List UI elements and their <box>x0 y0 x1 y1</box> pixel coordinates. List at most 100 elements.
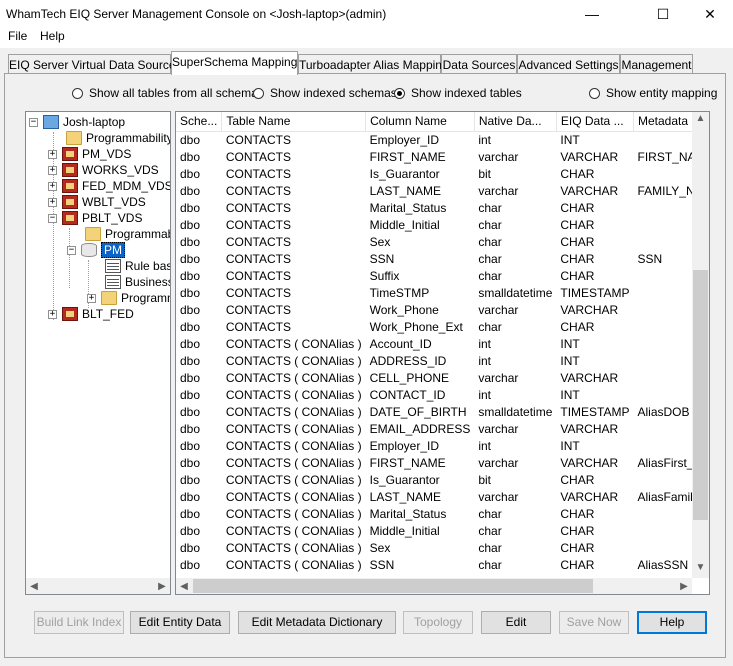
table-row[interactable]: dbo CONTACTS ( CONAlias ) Marital_Status ch… <box>176 505 709 522</box>
table-cell: char <box>478 557 502 572</box>
collapse-icon[interactable]: − <box>29 117 38 127</box>
radio-entity-mapping[interactable]: Show entity mapping <box>589 86 717 100</box>
database-icon <box>81 243 97 257</box>
table-row[interactable]: dbo CONTACTS ( CONAlias ) CONTACT_ID int INT <box>176 386 709 403</box>
menu-file[interactable]: File <box>8 29 27 43</box>
tree-node-blt-fed[interactable]: + BLT_FED <box>48 306 134 322</box>
table-row[interactable]: dbo CONTACTS ( CONAlias ) Is_Guarantor bit C… <box>176 471 709 488</box>
table-row[interactable]: dbo CONTACTS TimeSTMP smalldatetime TIMESTAM… <box>176 284 709 301</box>
table-row[interactable]: dbo CONTACTS ( CONAlias ) SSN char CHAR Alias… <box>176 556 709 573</box>
menu-help[interactable]: Help <box>40 29 65 43</box>
expand-icon[interactable]: + <box>48 197 57 207</box>
table-cell: TIMESTAMP <box>560 404 630 419</box>
tree-node-pblt-vds[interactable]: − PBLT_VDS <box>48 210 142 226</box>
scroll-up-icon[interactable]: ▲ <box>692 113 709 124</box>
scroll-right-icon[interactable]: ▶ <box>676 581 692 592</box>
tree-node-business[interactable]: Business <box>105 274 170 290</box>
tree-node-programmability[interactable]: Programmability <box>66 130 170 146</box>
table-row[interactable]: dbo CONTACTS Work_Phone varchar VARCHAR <box>176 301 709 318</box>
column-header[interactable]: Table Name <box>221 112 367 132</box>
table-row[interactable]: dbo CONTACTS Suffix char CHAR <box>176 267 709 284</box>
schema-tree[interactable]: − Josh-laptop Programmability + PM_VDS +… <box>25 111 171 595</box>
tab-strip: EIQ Server Virtual Data Sources SuperSch… <box>0 48 733 75</box>
table-cell: CONTACTS <box>225 166 291 181</box>
scroll-left-icon[interactable]: ◀ <box>26 581 42 592</box>
collapse-icon[interactable]: − <box>67 245 76 255</box>
title-bar: WhamTech EIQ Server Management Console o… <box>0 0 733 28</box>
table-cell: char <box>478 217 502 232</box>
table-row[interactable]: dbo CONTACTS ( CONAlias ) LAST_NAME varchar… <box>176 488 709 505</box>
table-row[interactable]: dbo CONTACTS FIRST_NAME varchar VARCHAR FIRST… <box>176 148 709 165</box>
tree-node-pm-vds[interactable]: + PM_VDS <box>48 146 131 162</box>
radio-indexed-tables[interactable]: Show indexed tables <box>394 86 522 100</box>
table-row[interactable]: dbo CONTACTS ( CONAlias ) EMAIL_ADDRESS var… <box>176 420 709 437</box>
expand-icon[interactable]: + <box>87 293 96 303</box>
tree-node-rule-base[interactable]: Rule base <box>105 258 170 274</box>
tree-node-programmability[interactable]: + Programmability <box>87 290 170 306</box>
radio-all-tables[interactable]: Show all tables from all schemas <box>72 86 264 100</box>
tab-management[interactable]: Management <box>620 54 693 74</box>
help-button[interactable]: Help <box>637 611 707 634</box>
table-row[interactable]: dbo CONTACTS ( CONAlias ) Employer_ID int IN… <box>176 437 709 454</box>
vds-icon <box>62 179 78 193</box>
radio-label: Show indexed schemas <box>270 86 397 100</box>
tree-node-wblt-vds[interactable]: + WBLT_VDS <box>48 194 146 210</box>
tree-horizontal-scrollbar[interactable]: ◀ ▶ <box>26 578 170 594</box>
table-row[interactable]: dbo CONTACTS ( CONAlias ) Sex char CHAR <box>176 539 709 556</box>
column-header[interactable]: Sche... <box>176 112 223 132</box>
tab-turboadapter-alias-mapping[interactable]: Turboadapter Alias Mapping <box>298 54 449 74</box>
tab-superschema-mapping[interactable]: SuperSchema Mapping <box>171 51 298 75</box>
expand-icon[interactable]: + <box>48 149 57 159</box>
edit-metadata-dictionary-button[interactable]: Edit Metadata Dictionary <box>238 611 396 634</box>
grid-icon <box>105 259 121 273</box>
scroll-left-icon[interactable]: ◀ <box>176 581 192 592</box>
table-row[interactable]: dbo CONTACTS ( CONAlias ) Middle_Initial ch… <box>176 522 709 539</box>
close-button[interactable]: ✕ <box>687 0 733 28</box>
table-row[interactable]: dbo CONTACTS ( CONAlias ) DATE_OF_BIRTH sma… <box>176 403 709 420</box>
edit-button[interactable]: Edit <box>481 611 551 634</box>
edit-entity-data-button[interactable]: Edit Entity Data <box>130 611 230 634</box>
tab-virtual-data-sources[interactable]: EIQ Server Virtual Data Sources <box>8 54 182 74</box>
table-row[interactable]: dbo CONTACTS Marital_Status char CHAR <box>176 199 709 216</box>
collapse-icon[interactable]: − <box>48 213 57 223</box>
table-row[interactable]: dbo CONTACTS Is_Guarantor bit CHAR <box>176 165 709 182</box>
column-header[interactable]: Native Da... <box>474 112 557 132</box>
radio-indexed-schemas[interactable]: Show indexed schemas <box>253 86 397 100</box>
grid-vertical-scrollbar[interactable]: ▲ ▼ <box>692 112 709 578</box>
tree-node-fed-mdm-vds[interactable]: + FED_MDM_VDS <box>48 178 170 194</box>
tree-node-pm[interactable]: − PM <box>67 242 125 258</box>
tab-advanced-settings[interactable]: Advanced Settings <box>517 54 620 74</box>
tree-node-works-vds[interactable]: + WORKS_VDS <box>48 162 159 178</box>
radio-label: Show entity mapping <box>606 86 718 100</box>
expand-icon[interactable]: + <box>48 165 57 175</box>
grid-horizontal-scrollbar[interactable]: ◀ ▶ <box>176 578 692 594</box>
build-link-index-button[interactable]: Build Link Index <box>34 611 124 634</box>
maximize-button[interactable]: ☐ <box>640 0 686 28</box>
table-cell: Middle_Initial <box>369 523 440 538</box>
expand-icon[interactable]: + <box>48 181 57 191</box>
table-row[interactable]: dbo CONTACTS ( CONAlias ) ADDRESS_ID int INT <box>176 352 709 369</box>
tab-data-sources[interactable]: Data Sources <box>441 54 517 74</box>
table-row[interactable]: dbo CONTACTS Sex char CHAR <box>176 233 709 250</box>
minimize-button[interactable]: — <box>569 0 615 28</box>
tree-node-server[interactable]: − Josh-laptop <box>29 114 125 130</box>
table-row[interactable]: dbo CONTACTS Middle_Initial char CHAR <box>176 216 709 233</box>
save-now-button[interactable]: Save Now <box>559 611 629 634</box>
scroll-right-icon[interactable]: ▶ <box>154 581 170 592</box>
mapping-grid[interactable]: Sche... Table Name Column Name Native Da...… <box>175 111 710 595</box>
table-row[interactable]: dbo CONTACTS SSN char CHAR SSN <box>176 250 709 267</box>
topology-button[interactable]: Topology <box>403 611 473 634</box>
table-row[interactable]: dbo CONTACTS Employer_ID int INT <box>176 131 709 148</box>
table-row[interactable]: dbo CONTACTS LAST_NAME varchar VARCHAR FAMILY… <box>176 182 709 199</box>
column-header[interactable]: Column Name <box>365 112 475 132</box>
table-row[interactable]: dbo CONTACTS Work_Phone_Ext char CHAR <box>176 318 709 335</box>
table-row[interactable]: dbo CONTACTS ( CONAlias ) Account_ID int INT <box>176 335 709 352</box>
tree-node-programmability[interactable]: Programmability <box>85 226 170 242</box>
scroll-down-icon[interactable]: ▼ <box>692 562 709 573</box>
table-row[interactable]: dbo CONTACTS ( CONAlias ) CELL_PHONE varcha… <box>176 369 709 386</box>
scroll-thumb[interactable] <box>693 270 708 520</box>
table-row[interactable]: dbo CONTACTS ( CONAlias ) FIRST_NAME varcha… <box>176 454 709 471</box>
expand-icon[interactable]: + <box>48 309 57 319</box>
column-header[interactable]: EIQ Data ... <box>556 112 635 132</box>
scroll-thumb[interactable] <box>193 579 593 593</box>
